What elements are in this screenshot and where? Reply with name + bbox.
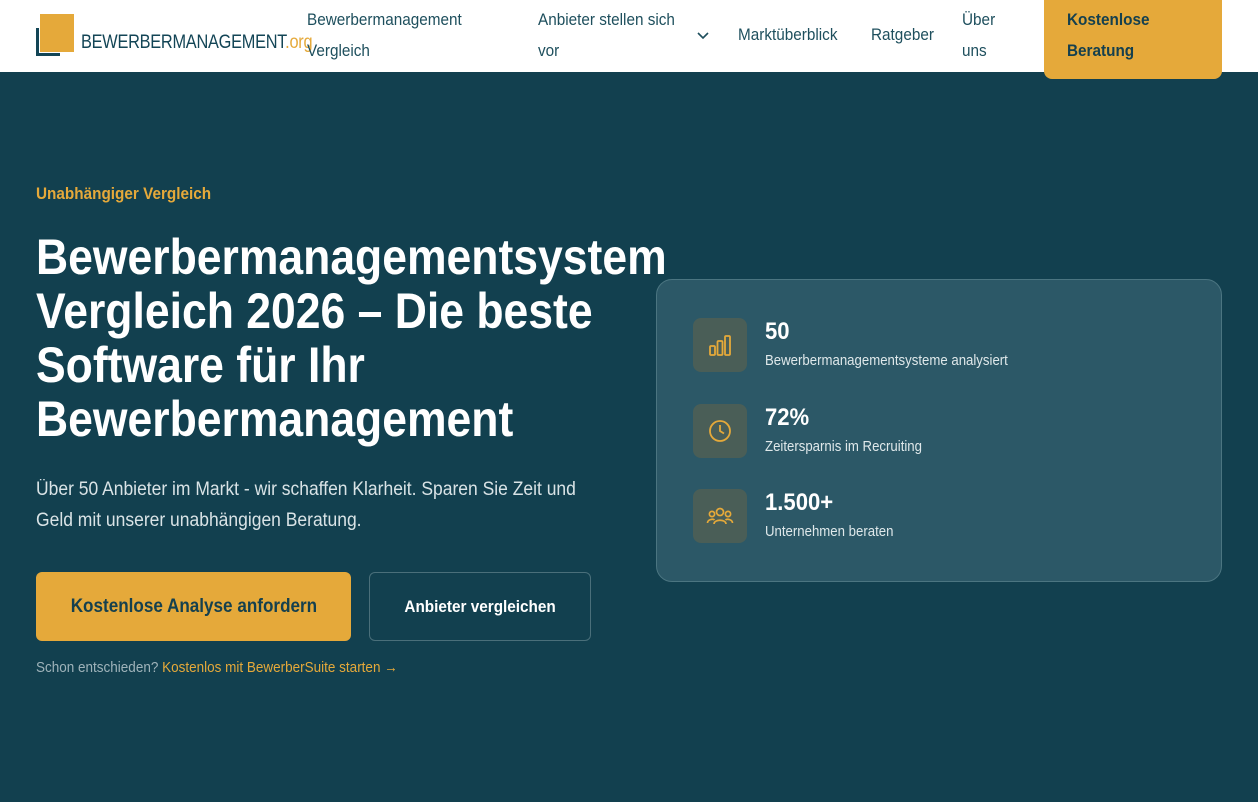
stat-item: 1.500+ Unternehmen beraten	[693, 489, 1193, 545]
stat-label: Zeitersparnis im Recruiting	[765, 438, 922, 455]
chevron-down-icon[interactable]	[697, 29, 709, 41]
nav-item-vergleich[interactable]: Bewerbermanagement Vergleich	[307, 4, 479, 66]
page-title: Bewerbermanagementsystem Vergleich 2026 …	[36, 229, 667, 447]
nav-item-anbieter[interactable]: Anbieter stellen sich vor	[538, 4, 690, 66]
stat-value: 50	[765, 318, 790, 345]
nav-item-marktueberblick[interactable]: Marktüberblick	[738, 19, 849, 50]
clock-icon	[693, 404, 747, 458]
hero-eyebrow: Unabhängiger Vergleich	[36, 184, 212, 203]
bar-chart-icon	[693, 318, 747, 372]
users-icon	[693, 489, 747, 543]
stat-item: 72% Zeitersparnis im Recruiting	[693, 404, 1193, 460]
nav-item-ratgeber[interactable]: Ratgeber	[871, 19, 941, 50]
logo-text: BEWERBERMANAGEMENT.org	[81, 32, 313, 53]
stat-item: 50 Bewerbermanagementsysteme analysiert	[693, 318, 1193, 374]
nav-item-ueber-uns[interactable]: Über uns	[962, 4, 999, 66]
logo-mark-icon	[36, 14, 76, 56]
hero-subtitle: Über 50 Anbieter im Markt - wir schaffen…	[36, 479, 576, 531]
stat-value: 72%	[765, 404, 810, 431]
stat-label: Bewerbermanagementsysteme analysiert	[765, 352, 1008, 369]
compare-providers-button[interactable]: Anbieter vergleichen	[369, 572, 591, 641]
free-consultation-button[interactable]: Kostenlose Beratung	[1044, 0, 1222, 79]
stat-value: 1.500+	[765, 489, 834, 516]
logo[interactable]: BEWERBERMANAGEMENT.org	[36, 14, 313, 58]
site-header: BEWERBERMANAGEMENT.org Bewerbermanagemen…	[0, 0, 1258, 79]
request-analysis-button[interactable]: Kostenlose Analyse anfordern	[36, 572, 351, 641]
stat-label: Unternehmen beraten	[765, 523, 894, 540]
bewerbersuite-start-link[interactable]: Kostenlos mit BewerberSuite starten →	[162, 659, 398, 676]
stats-card: 50 Bewerbermanagementsysteme analysiert …	[656, 279, 1222, 582]
decided-note: Schon entschieden? Kostenlos mit Bewerbe…	[36, 659, 398, 676]
